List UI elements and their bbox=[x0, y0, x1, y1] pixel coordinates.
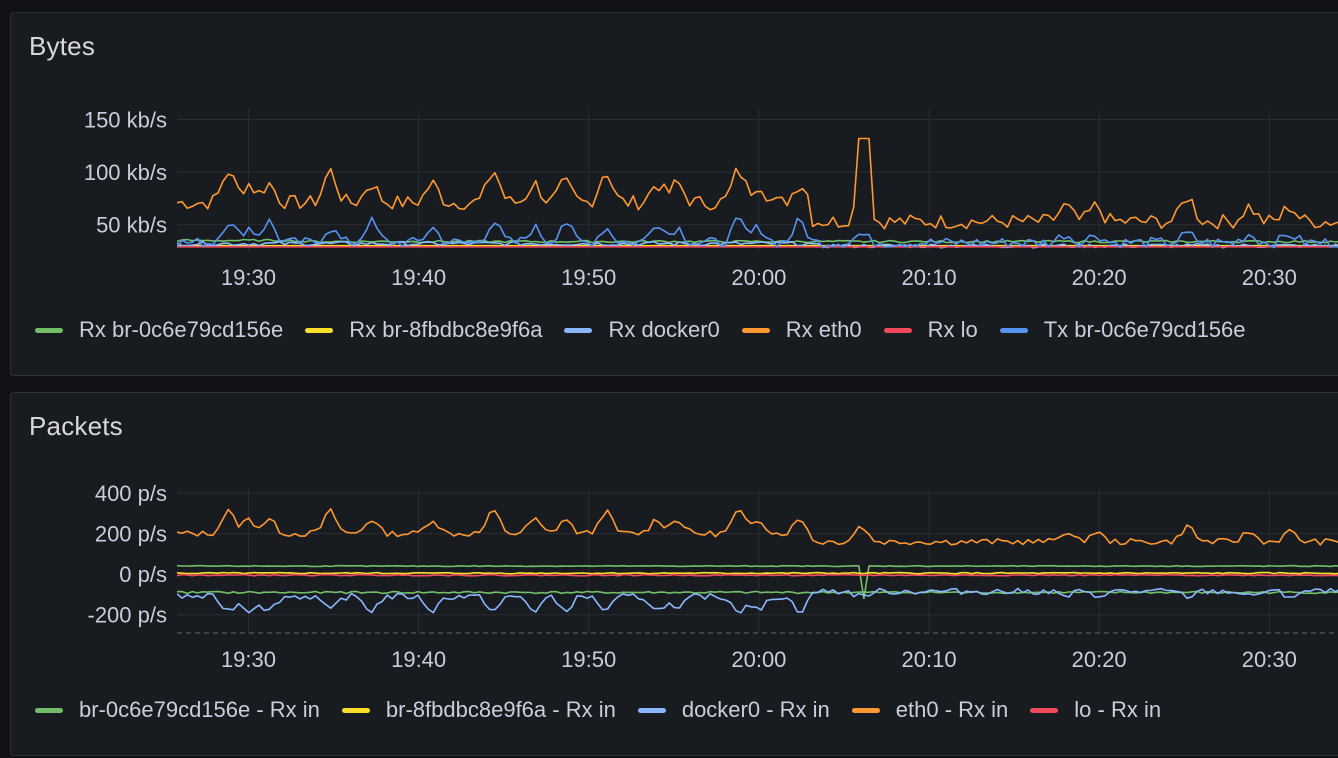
packets-series-line[interactable] bbox=[177, 508, 1338, 546]
bytes-ytick-label: 100 kb/s bbox=[84, 160, 167, 185]
panel-packets: Packets 400 p/s 200 p/s 0 p/s -200 p/s 19:30… bbox=[10, 392, 1338, 756]
legend-swatch bbox=[564, 327, 593, 333]
packets-ytick-label: 400 p/s bbox=[95, 481, 167, 506]
legend-item[interactable]: br-0c6e79cd156e - Rx in bbox=[35, 697, 320, 723]
legend-swatch bbox=[1030, 707, 1059, 713]
bytes-ytick-label: 150 kb/s bbox=[84, 108, 167, 133]
legend-label: lo - Rx in bbox=[1074, 697, 1162, 722]
packets-series-line[interactable] bbox=[177, 573, 1338, 577]
legend-label: Rx br-8fbdbc8e9f6a bbox=[349, 317, 543, 342]
legend-swatch bbox=[305, 327, 334, 333]
packets-series-line[interactable] bbox=[177, 571, 1338, 575]
legend-item[interactable]: Rx br-0c6e79cd156e bbox=[35, 317, 283, 343]
packets-xtick-label: 20:10 bbox=[902, 647, 957, 672]
legend-bytes: Rx br-0c6e79cd156e Rx br-8fbdbc8e9f6a Rx d… bbox=[35, 317, 1268, 343]
packets-xtick-label: 20:20 bbox=[1072, 647, 1127, 672]
legend-label: docker0 - Rx in bbox=[681, 697, 830, 722]
legend-item[interactable]: Rx docker0 bbox=[564, 317, 720, 343]
legend-swatch bbox=[999, 327, 1028, 333]
legend-swatch bbox=[851, 707, 880, 713]
packets-xtick-label: 19:30 bbox=[221, 647, 276, 672]
legend-packets: br-0c6e79cd156e - Rx in br-8fbdbc8e9f6a -… bbox=[35, 697, 1183, 723]
legend-label: br-8fbdbc8e9f6a - Rx in bbox=[385, 697, 616, 722]
legend-label: Rx eth0 bbox=[785, 317, 862, 342]
bytes-xtick-label: 20:10 bbox=[902, 265, 957, 290]
legend-swatch bbox=[637, 707, 666, 713]
bytes-series-group bbox=[177, 137, 1338, 249]
packets-xtick-label: 20:30 bbox=[1242, 647, 1297, 672]
packets-ytick-label: -200 p/s bbox=[88, 603, 168, 628]
packets-ytick-label: 0 p/s bbox=[119, 562, 167, 587]
legend-item[interactable]: eth0 - Rx in bbox=[851, 697, 1009, 723]
legend-item[interactable]: docker0 - Rx in bbox=[637, 697, 830, 723]
bytes-xtick-label: 19:30 bbox=[221, 265, 276, 290]
legend-item[interactable]: Tx br-0c6e79cd156e bbox=[999, 317, 1246, 343]
legend-swatch bbox=[35, 707, 63, 713]
bytes-xtick-label: 20:00 bbox=[731, 265, 786, 290]
packets-series-group bbox=[177, 508, 1338, 614]
packets-xtick-label: 20:00 bbox=[731, 647, 786, 672]
legend-label: Rx br-0c6e79cd156e bbox=[79, 317, 284, 342]
bytes-series-line[interactable] bbox=[177, 137, 1338, 230]
legend-item[interactable]: Rx lo bbox=[883, 317, 978, 343]
legend-swatch bbox=[883, 327, 912, 333]
bytes-xtick-label: 20:30 bbox=[1242, 265, 1297, 290]
bytes-grid bbox=[177, 109, 1338, 251]
legend-swatch bbox=[341, 707, 370, 713]
packets-grid bbox=[177, 489, 1338, 633]
legend-label: br-0c6e79cd156e - Rx in bbox=[79, 697, 320, 722]
legend-swatch bbox=[35, 327, 63, 333]
legend-label: Tx br-0c6e79cd156e bbox=[1043, 317, 1246, 342]
bytes-xtick-label: 20:20 bbox=[1072, 265, 1127, 290]
bytes-xtick-label: 19:50 bbox=[561, 265, 616, 290]
bytes-xtick-label: 19:40 bbox=[391, 265, 446, 290]
legend-item[interactable]: Rx eth0 bbox=[741, 317, 862, 343]
packets-ytick-label: 200 p/s bbox=[95, 522, 167, 547]
legend-label: Rx docker0 bbox=[608, 317, 720, 342]
legend-item[interactable]: br-8fbdbc8e9f6a - Rx in bbox=[341, 697, 616, 723]
legend-label: Rx lo bbox=[927, 317, 978, 342]
legend-label: eth0 - Rx in bbox=[895, 697, 1009, 722]
packets-xtick-label: 19:50 bbox=[561, 647, 616, 672]
legend-item[interactable]: lo - Rx in bbox=[1030, 697, 1161, 723]
panel-bytes: Bytes 150 kb/s 100 kb/s 50 kb/s 19:30 19:40 1… bbox=[10, 12, 1338, 376]
legend-swatch bbox=[741, 327, 770, 333]
legend-item[interactable]: Rx br-8fbdbc8e9f6a bbox=[305, 317, 542, 343]
bytes-ytick-label: 50 kb/s bbox=[96, 213, 167, 238]
packets-xtick-label: 19:40 bbox=[391, 647, 446, 672]
